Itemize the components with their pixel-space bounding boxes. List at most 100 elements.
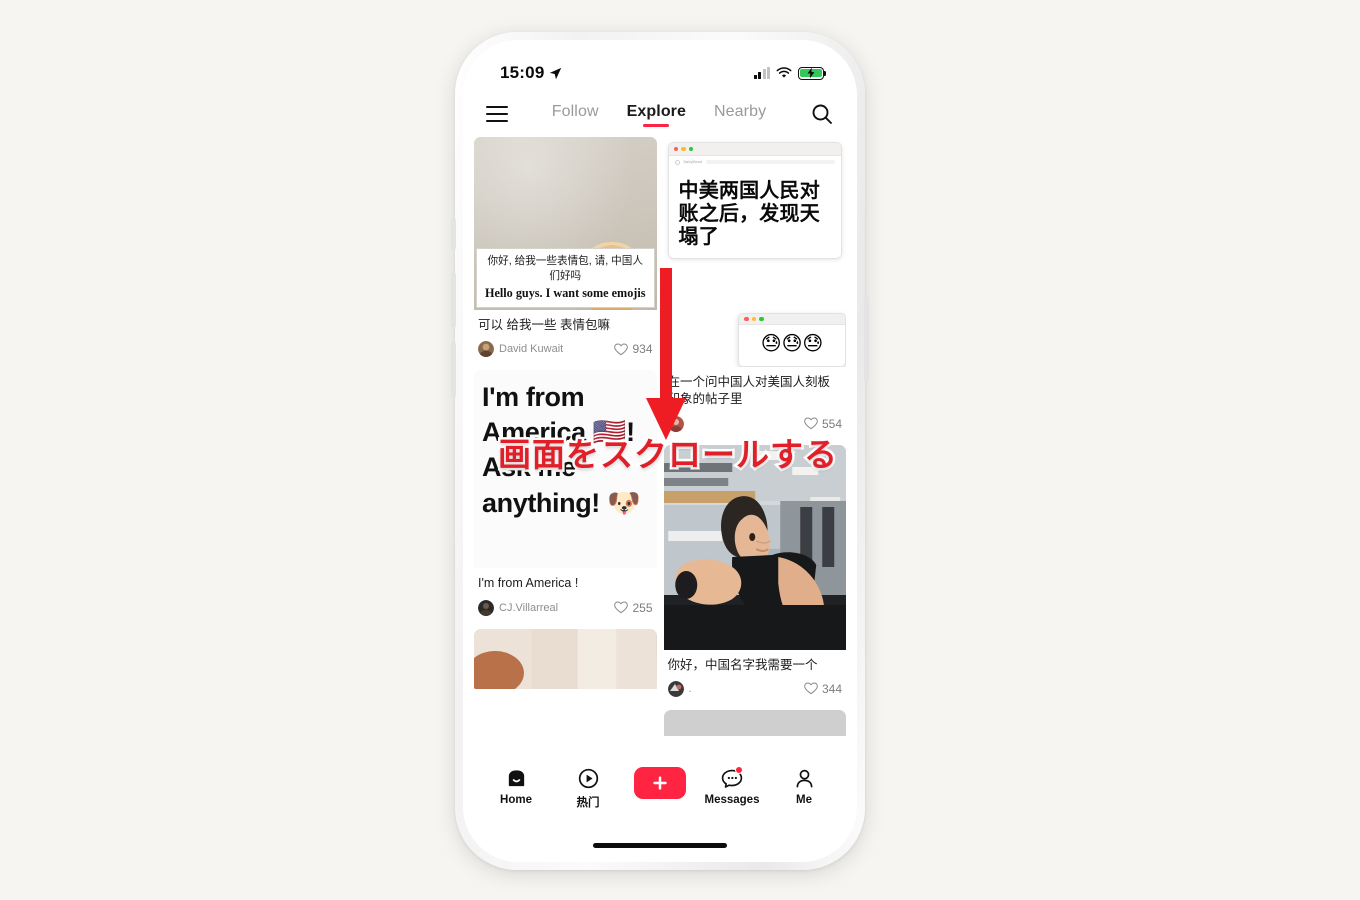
post-card-body: 可以 给我一些 表情包嘛 David Kuwait 934	[474, 310, 657, 361]
heart-outline-icon	[614, 343, 629, 355]
tab-me[interactable]: Me	[773, 766, 835, 806]
close-icon	[744, 316, 749, 322]
tab-follow[interactable]: Follow	[552, 103, 599, 125]
screenshot-stage: 15:09 Follow Explore Nearby 你好, 给我一些表情包,…	[0, 0, 1360, 900]
post-card-browser-mock[interactable]: DailyMood 中美两国人民对账之后，发现天塌了 😓😓😓 在一个问中国人对美…	[663, 137, 847, 436]
tab-label: Me	[796, 794, 812, 806]
poster-line-4: anything! 🐶	[482, 487, 641, 518]
man-in-gym-photo	[663, 444, 846, 650]
post-title[interactable]: 你好，中国名字我需要一个	[668, 657, 843, 674]
status-time: 15:09	[500, 63, 545, 82]
volume-up-button[interactable]	[451, 272, 456, 328]
minimize-icon	[751, 316, 757, 322]
avatar	[478, 341, 494, 358]
chat-bubble-icon	[720, 766, 744, 790]
post-image-overlay-caption: 你好, 给我一些表情包, 请, 中国人们好吗 Hello guys. I wan…	[476, 248, 655, 308]
tab-explore[interactable]: Explore	[627, 103, 686, 125]
post-author[interactable]: .	[667, 680, 692, 697]
like-count: 344	[821, 681, 842, 696]
maximize-icon	[759, 316, 764, 322]
poster-line-2: America 🇺🇸!	[482, 417, 635, 448]
post-likes[interactable]: 554	[804, 417, 842, 431]
post-card-dog-emoji[interactable]: 你好, 给我一些表情包, 请, 中国人们好吗 Hello guys. I wan…	[474, 137, 657, 362]
play-circle-icon	[577, 766, 600, 790]
home-indicator[interactable]	[593, 843, 727, 848]
browser-window-mockup-small: 😓😓😓	[738, 313, 846, 367]
post-card-body: 在一个问中国人对美国人刻板印象的帖子里 554	[664, 367, 847, 436]
wifi-icon	[776, 67, 792, 78]
partial-image	[474, 628, 657, 689]
author-name: .	[688, 682, 692, 695]
tab-messages[interactable]: Messages	[701, 766, 763, 806]
post-image-browser-screenshot[interactable]: DailyMood 中美两国人民对账之后，发现天塌了 😓😓😓	[663, 137, 846, 367]
minimize-icon	[681, 146, 686, 152]
post-author[interactable]: CJ.Villarreal	[478, 599, 559, 616]
tab-nearby[interactable]: Nearby	[714, 103, 766, 125]
window-title-text: DailyMood	[683, 160, 703, 164]
overlay-english-text: Hello guys. I want some emojis	[485, 286, 646, 300]
poster-line-3: Ask me	[482, 452, 576, 483]
tab-home[interactable]: Home	[485, 766, 547, 806]
status-bar-left: 15:09	[500, 63, 562, 83]
silent-switch-button[interactable]	[451, 218, 456, 250]
like-count: 255	[632, 600, 653, 615]
author-name: David Kuwait	[499, 343, 564, 356]
post-image-dog[interactable]: 你好, 给我一些表情包, 请, 中国人们好吗 Hello guys. I wan…	[474, 137, 657, 310]
post-meta: CJ.Villarreal 255	[478, 599, 653, 616]
charging-bolt-icon	[807, 67, 815, 79]
post-author[interactable]: David Kuwait	[478, 341, 564, 358]
app-top-nav: Follow Explore Nearby	[468, 91, 852, 137]
maximize-icon	[688, 146, 694, 152]
power-button[interactable]	[864, 296, 869, 382]
heart-outline-icon	[804, 417, 818, 430]
heart-outline-icon	[804, 682, 818, 695]
post-likes[interactable]: 934	[614, 342, 653, 357]
post-title[interactable]: I'm from America !	[478, 575, 653, 592]
plus-button-wrap[interactable]	[634, 766, 686, 799]
post-likes[interactable]: 255	[614, 600, 653, 615]
close-icon	[673, 146, 679, 152]
status-bar: 15:09	[468, 45, 852, 91]
plus-icon[interactable]	[634, 767, 686, 799]
tab-trending[interactable]: 热门	[557, 766, 619, 810]
post-title[interactable]: 可以 给我一些 表情包嘛	[478, 317, 653, 334]
poster-line-1: I'm from	[482, 382, 585, 413]
like-count: 554	[821, 416, 842, 431]
post-image-america-poster[interactable]: I'm from America 🇺🇸! Ask me anything! 🐶	[474, 370, 657, 569]
feed-column-right: DailyMood 中美两国人民对账之后，发现天塌了 😓😓😓 在一个问中国人对美…	[663, 137, 847, 736]
heart-outline-icon	[614, 601, 629, 614]
person-icon	[793, 766, 816, 790]
bottom-tab-bar: Home 热门 Messages Me	[468, 757, 852, 857]
post-likes[interactable]: 344	[804, 682, 842, 696]
post-title[interactable]: 在一个问中国人对美国人刻板印象的帖子里	[668, 374, 843, 409]
location-arrow-icon	[550, 67, 562, 79]
tab-create-post[interactable]	[629, 766, 691, 802]
feed-tabs: Follow Explore Nearby	[508, 103, 810, 125]
like-count: 934	[632, 342, 653, 357]
window-address-bar: DailyMood	[668, 156, 841, 168]
site-icon	[674, 159, 680, 165]
post-card-body: 你好，中国名字我需要一个 . 344	[664, 650, 847, 701]
post-meta: . 344	[667, 680, 842, 697]
volume-down-button[interactable]	[451, 342, 456, 398]
tab-label: Messages	[704, 794, 760, 806]
post-card-gym[interactable]: 你好，中国名字我需要一个 . 344	[663, 444, 847, 701]
post-image-gym[interactable]	[663, 444, 846, 650]
window-titlebar-small	[739, 314, 845, 325]
post-card-partial-left[interactable]	[474, 628, 657, 689]
notification-badge	[735, 766, 743, 774]
window-content: 中美两国人民对账之后，发现天塌了	[668, 168, 841, 258]
hamburger-menu-icon[interactable]	[486, 105, 508, 123]
tab-label: Home	[500, 794, 532, 806]
feed-scroll-area[interactable]: 你好, 给我一些表情包, 请, 中国人们好吗 Hello guys. I wan…	[468, 137, 852, 803]
search-icon[interactable]	[810, 102, 834, 126]
post-card-partial-right[interactable]	[663, 709, 846, 736]
avatar	[667, 415, 684, 432]
author-name: CJ.Villarreal	[499, 601, 559, 614]
post-author[interactable]	[667, 415, 689, 432]
overlay-chinese-text: 你好, 给我一些表情包, 请, 中国人们好吗	[487, 255, 643, 282]
tab-label: 热门	[576, 797, 600, 809]
post-card-im-from-america[interactable]: I'm from America 🇺🇸! Ask me anything! 🐶 …	[474, 370, 657, 620]
browser-headline: 中美两国人民对账之后，发现天塌了	[678, 180, 820, 249]
phone-screen: 15:09 Follow Explore Nearby 你好, 给我一些表情包,…	[468, 45, 852, 857]
